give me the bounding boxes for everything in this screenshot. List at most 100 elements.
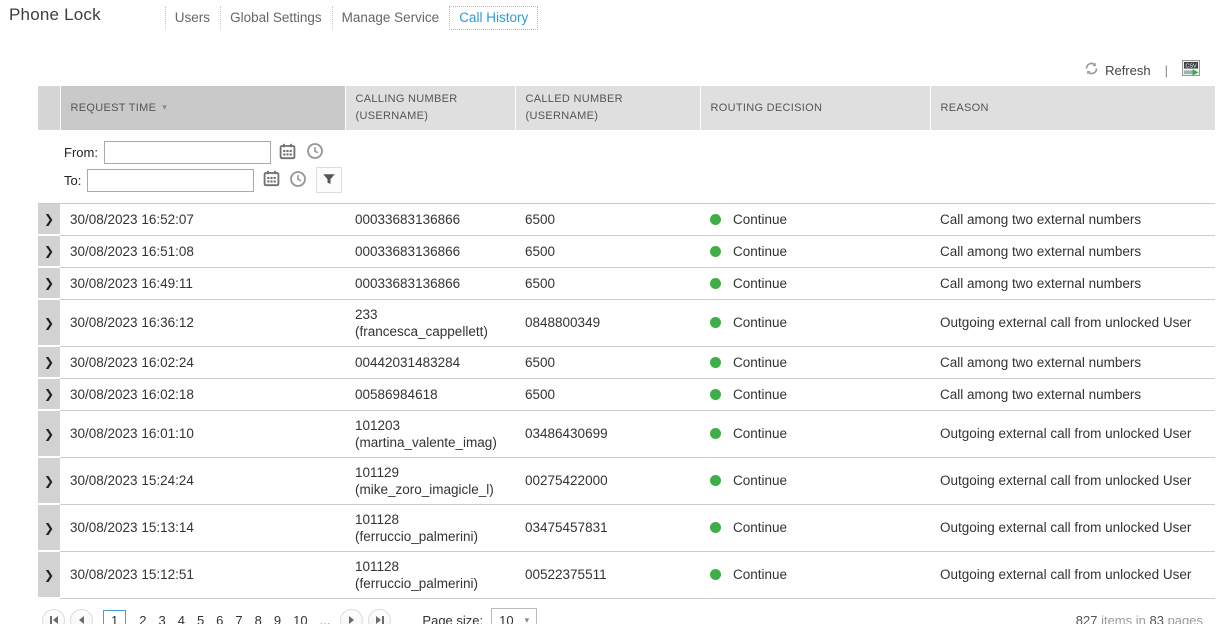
page-size-label: Page size:: [422, 613, 483, 624]
filter-from-input[interactable]: [104, 141, 271, 164]
page-number[interactable]: 2: [139, 613, 146, 624]
items-text: items in: [1101, 613, 1146, 624]
table-row: ❯ 30/08/2023 15:24:24 101129 (mike_zoro_…: [38, 457, 1215, 504]
page-number[interactable]: 3: [158, 613, 165, 624]
pages-count: 83: [1149, 613, 1163, 624]
called-number-cell: 6500: [515, 346, 700, 378]
pager: 12345678910... Page size: 10 ▾ 827 items…: [38, 602, 1215, 624]
row-expander[interactable]: ❯: [38, 299, 60, 346]
reason-cell: Outgoing external call from unlocked Use…: [930, 299, 1215, 346]
status-dot-icon: [710, 357, 721, 368]
page-number[interactable]: 6: [216, 613, 223, 624]
called-number: 6500: [525, 387, 555, 402]
table-row: ❯ 30/08/2023 15:13:14 101128 (ferruccio_…: [38, 504, 1215, 551]
to-time-button[interactable]: [288, 170, 308, 190]
routing-decision: Continue: [733, 425, 787, 442]
tab-manage-service[interactable]: Manage Service: [332, 6, 450, 30]
column-label-called-number: CALLED NUMBER: [526, 91, 690, 108]
page-number[interactable]: 1: [103, 610, 126, 624]
page-title: Phone Lock: [9, 5, 101, 25]
tab-bar: Users Global Settings Manage Service Cal…: [165, 6, 538, 30]
page-number[interactable]: 8: [255, 613, 262, 624]
from-time-button[interactable]: [305, 143, 325, 163]
table-row: ❯ 30/08/2023 16:02:24 00442031483284 650…: [38, 346, 1215, 378]
calendar-icon: [263, 170, 280, 190]
row-expander[interactable]: ❯: [38, 204, 60, 236]
routing-decision: Continue: [733, 354, 787, 371]
request-time: 30/08/2023 15:13:14: [70, 520, 194, 535]
refresh-button[interactable]: Refresh: [1084, 61, 1151, 79]
tab-global-settings[interactable]: Global Settings: [220, 6, 332, 30]
calling-number-cell: 00033683136866: [345, 235, 515, 267]
calling-number-cell: 233 (francesca_cappellett): [345, 299, 515, 346]
column-header-calling-number[interactable]: CALLING NUMBER (USERNAME): [345, 86, 515, 130]
reason-cell: Call among two external numbers: [930, 204, 1215, 236]
calling-username: (mike_zoro_imagicle_l): [355, 481, 505, 498]
reason-cell: Outgoing external call from unlocked Use…: [930, 504, 1215, 551]
next-page-icon: [349, 616, 354, 624]
table-row: ❯ 30/08/2023 15:12:51 101128 (ferruccio_…: [38, 551, 1215, 598]
filter-to-input[interactable]: [87, 169, 254, 192]
calling-number: 00033683136866: [355, 275, 505, 292]
row-expander[interactable]: ❯: [38, 378, 60, 410]
routing-decision-cell: Continue: [700, 504, 930, 551]
row-expander[interactable]: ❯: [38, 235, 60, 267]
prev-page-button[interactable]: [70, 609, 93, 624]
first-page-icon: [50, 616, 52, 624]
routing-decision-cell: Continue: [700, 551, 930, 598]
filter-row: From:: [38, 130, 1215, 204]
expand-row-icon: ❯: [44, 316, 54, 330]
reason-cell: Call among two external numbers: [930, 235, 1215, 267]
page-size-select[interactable]: 10 ▾: [491, 608, 537, 624]
row-expander[interactable]: ❯: [38, 504, 60, 551]
tab-call-history[interactable]: Call History: [449, 6, 538, 30]
page-number[interactable]: 5: [197, 613, 204, 624]
calling-username: (francesca_cappellett): [355, 323, 505, 340]
called-number-cell: 6500: [515, 235, 700, 267]
calendar-icon: [279, 143, 296, 163]
reason: Call among two external numbers: [940, 355, 1141, 370]
calling-number-cell: 101203 (martina_valente_imag): [345, 410, 515, 457]
column-header-request-time[interactable]: REQUEST TIME▾: [60, 86, 345, 130]
reason-cell: Outgoing external call from unlocked Use…: [930, 410, 1215, 457]
called-number-cell: 00522375511: [515, 551, 700, 598]
tab-users[interactable]: Users: [165, 6, 220, 30]
export-csv-button[interactable]: CSV: [1182, 60, 1201, 80]
column-header-reason[interactable]: REASON: [930, 86, 1215, 130]
column-label-reason: REASON: [941, 102, 989, 114]
reason: Call among two external numbers: [940, 387, 1141, 402]
column-header-routing-decision[interactable]: ROUTING DECISION: [700, 86, 930, 130]
page-number[interactable]: 10: [293, 613, 307, 624]
called-number-cell: 03486430699: [515, 410, 700, 457]
from-calendar-button[interactable]: [278, 143, 298, 163]
row-expander[interactable]: ❯: [38, 410, 60, 457]
expand-row-icon: ❯: [44, 474, 54, 488]
next-page-button[interactable]: [340, 609, 363, 624]
table-body: ❯ 30/08/2023 16:52:07 00033683136866 650…: [38, 204, 1215, 599]
column-label-calling-number: CALLING NUMBER: [356, 91, 505, 108]
to-calendar-button[interactable]: [261, 170, 281, 190]
calling-username: (martina_valente_imag): [355, 434, 505, 451]
reason: Outgoing external call from unlocked Use…: [940, 567, 1191, 582]
row-expander[interactable]: ❯: [38, 457, 60, 504]
routing-decision-cell: Continue: [700, 457, 930, 504]
column-header-called-number[interactable]: CALLED NUMBER (USERNAME): [515, 86, 700, 130]
page-number[interactable]: 4: [178, 613, 185, 624]
calling-number: 00033683136866: [355, 243, 505, 260]
table-toolbar: Refresh | CSV: [38, 60, 1201, 80]
column-label-request-time: REQUEST TIME: [71, 102, 157, 114]
page-number[interactable]: 9: [274, 613, 281, 624]
reason: Outgoing external call from unlocked Use…: [940, 315, 1191, 330]
refresh-icon: [1084, 61, 1099, 79]
row-expander[interactable]: ❯: [38, 346, 60, 378]
first-page-button[interactable]: [42, 609, 65, 624]
row-expander[interactable]: ❯: [38, 551, 60, 598]
page-number[interactable]: 7: [235, 613, 242, 624]
row-expander[interactable]: ❯: [38, 267, 60, 299]
last-page-button[interactable]: [368, 609, 391, 624]
called-number-cell: 6500: [515, 204, 700, 236]
calling-number: 101128: [355, 511, 505, 528]
clock-icon: [289, 170, 307, 191]
page-ellipsis: ...: [320, 613, 331, 624]
apply-filter-button[interactable]: [316, 167, 342, 193]
